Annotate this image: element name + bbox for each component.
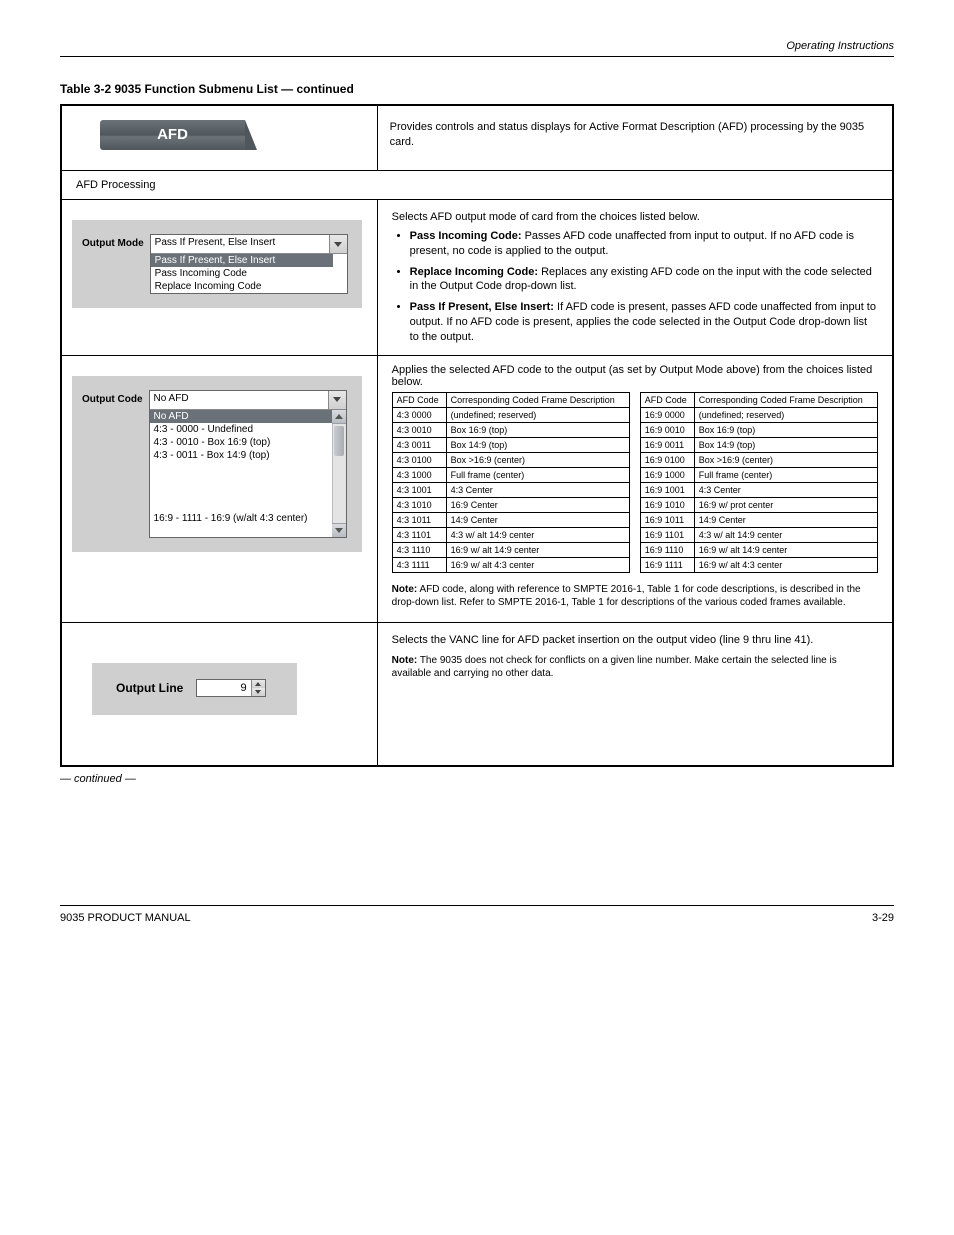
afd-description: Provides controls and status displays fo… <box>378 106 892 164</box>
scrollbar[interactable] <box>332 410 346 537</box>
combo-option[interactable]: No AFD <box>150 410 332 423</box>
output-mode-value: Pass If Present, Else Insert <box>151 235 329 253</box>
footer-left: 9035 PRODUCT MANUAL <box>60 912 191 924</box>
combo-option[interactable]: Pass Incoming Code <box>151 267 333 280</box>
output-line-input[interactable] <box>197 680 251 696</box>
dropdown-button[interactable] <box>329 235 347 253</box>
scroll-thumb[interactable] <box>334 426 344 456</box>
output-code-label: Output Code <box>82 390 143 405</box>
chevron-down-icon <box>255 690 261 694</box>
spinner-down-button[interactable] <box>252 688 265 696</box>
output-line-panel: Output Line <box>92 663 297 715</box>
combo-option[interactable]: Replace Incoming Code <box>151 280 333 293</box>
combo-option[interactable]: 4:3 - 0010 - Box 16:9 (top) <box>150 436 332 449</box>
footer-rule <box>60 905 894 906</box>
output-line-note: Note: The 9035 does not check for confli… <box>378 648 892 693</box>
output-code-panel: Output Code No AFD <box>72 376 362 552</box>
page-header-right: Operating Instructions <box>60 40 894 52</box>
output-code-value: No AFD <box>150 391 328 409</box>
output-line-label: Output Line <box>116 681 183 695</box>
chevron-up-icon <box>255 682 261 686</box>
scroll-down-button[interactable] <box>332 523 346 537</box>
spinner-up-button[interactable] <box>252 680 265 688</box>
table-caption: Table 3-2 9035 Function Submenu List — c… <box>60 82 894 96</box>
function-submenu-table: AFD Provides controls and status display… <box>60 104 894 767</box>
chevron-down-icon <box>333 397 341 402</box>
afd-processing-heading: AFD Processing <box>61 171 893 200</box>
combo-option[interactable]: Pass If Present, Else Insert <box>151 254 333 267</box>
afd-tab[interactable]: AFD <box>100 120 245 150</box>
output-code-combo[interactable]: No AFD <box>149 390 347 538</box>
output-mode-combo[interactable]: Pass If Present, Else Insert Pass If Pre… <box>150 234 348 294</box>
chevron-down-icon <box>335 528 343 533</box>
header-rule <box>60 56 894 57</box>
output-code-description: Applies the selected AFD code to the out… <box>378 356 892 392</box>
output-line-description: Selects the VANC line for AFD packet ins… <box>378 623 892 648</box>
output-mode-panel: Output Mode Pass If Present, Else Insert… <box>72 220 362 308</box>
continued-marker: — continued — <box>60 773 894 785</box>
chevron-down-icon <box>334 242 342 247</box>
scroll-up-button[interactable] <box>332 410 346 424</box>
dropdown-button[interactable] <box>328 391 346 409</box>
output-code-note: Note: AFD code, along with reference to … <box>378 577 892 622</box>
chevron-up-icon <box>335 414 343 419</box>
output-mode-description: Selects AFD output mode of card from the… <box>378 200 892 345</box>
combo-option[interactable]: 16:9 - 1111 - 16:9 (w/alt 4:3 center) <box>150 512 332 525</box>
footer-page-number: 3-29 <box>872 912 894 924</box>
afd-codes-table: AFD CodeCorresponding Coded Frame Descri… <box>392 392 878 573</box>
combo-option[interactable]: 4:3 - 0000 - Undefined <box>150 423 332 436</box>
output-mode-label: Output Mode <box>82 234 144 249</box>
combo-option[interactable]: 4:3 - 0011 - Box 14:9 (top) <box>150 449 332 462</box>
output-line-spinner[interactable] <box>196 679 266 697</box>
